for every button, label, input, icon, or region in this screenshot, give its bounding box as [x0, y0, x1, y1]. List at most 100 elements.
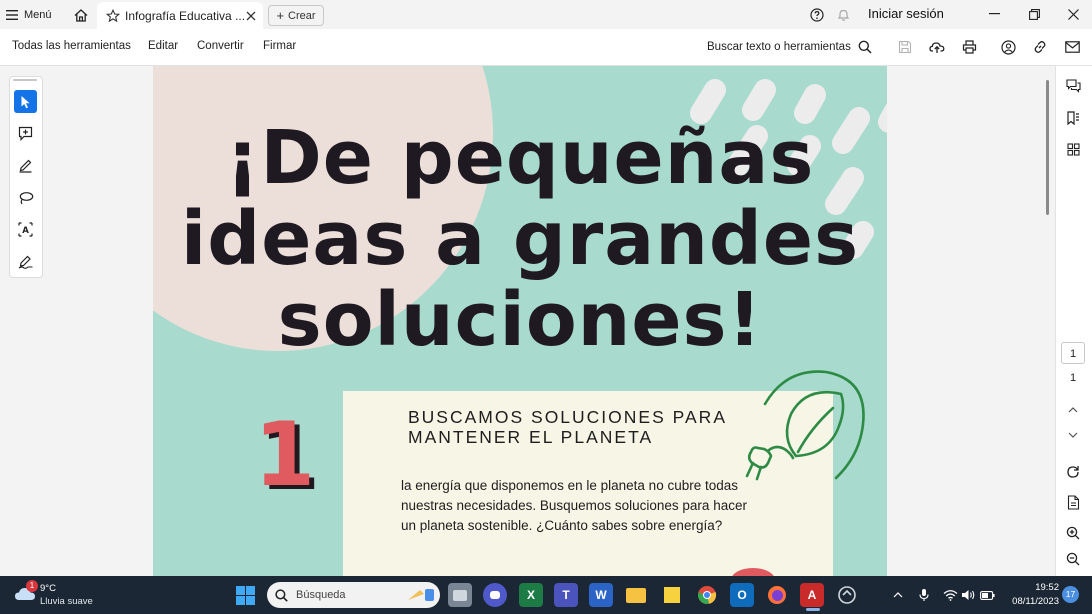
taskbar-word[interactable]: W — [589, 583, 613, 607]
headline-line-3: soluciones! — [277, 277, 763, 363]
home-button[interactable] — [72, 6, 90, 24]
add-comment-tool[interactable] — [14, 122, 37, 145]
taskbar-teams[interactable]: T — [554, 583, 578, 607]
zoom-out-button[interactable] — [1064, 550, 1082, 568]
taskbar-task-view[interactable] — [448, 583, 472, 607]
menu-convert[interactable]: Convertir — [197, 40, 244, 52]
page-number-input[interactable]: 1 — [1061, 342, 1085, 364]
document-icon — [1067, 494, 1079, 510]
taskbar-excel[interactable]: X — [519, 583, 543, 607]
search-highlight-icon — [408, 589, 434, 601]
menu-all-tools[interactable]: Todas las herramientas — [12, 40, 131, 52]
share-button[interactable] — [999, 38, 1017, 56]
taskbar-app[interactable] — [835, 583, 859, 607]
home-icon — [74, 8, 88, 22]
microphone-button[interactable] — [917, 587, 931, 603]
rotate-button[interactable] — [1064, 463, 1082, 481]
taskbar-firefox[interactable] — [765, 583, 789, 607]
weather-description: Lluvia suave — [40, 596, 93, 607]
thumbnails-panel-button[interactable] — [1064, 140, 1082, 158]
notification-badge[interactable]: 17 — [1062, 586, 1079, 603]
svg-text:A: A — [22, 226, 29, 236]
card-heading-line-2: MANTENER EL PLANETA — [408, 427, 654, 447]
volume-button[interactable] — [960, 587, 976, 603]
chat-icon — [490, 591, 500, 599]
network-button[interactable] — [942, 587, 958, 603]
select-tool[interactable] — [14, 90, 37, 113]
weather-widget[interactable]: 1 9°C Lluvia suave — [12, 580, 102, 610]
next-page-button[interactable] — [1064, 426, 1082, 444]
email-button[interactable] — [1063, 38, 1081, 56]
restore-button[interactable] — [1023, 4, 1045, 24]
taskbar-chat[interactable] — [483, 583, 507, 607]
rotate-icon — [1067, 466, 1079, 478]
comment-add-icon — [18, 126, 33, 141]
show-hidden-icons-button[interactable] — [891, 588, 905, 602]
taskbar-search[interactable]: Búsqueda — [267, 582, 440, 608]
minimize-icon — [988, 13, 1000, 15]
taskbar-outlook[interactable]: O — [730, 583, 754, 607]
start-button[interactable] — [233, 583, 257, 607]
scrollbar-thumb[interactable] — [1046, 80, 1049, 215]
help-icon — [810, 8, 824, 22]
bookmarks-panel-button[interactable] — [1064, 109, 1082, 127]
taskbar-sticky-notes[interactable] — [660, 583, 684, 607]
document-page: ¡De pequeñas ideas a grandes soluciones!… — [153, 66, 887, 576]
zoom-in-button[interactable] — [1064, 524, 1082, 542]
leaf-plug-icon — [745, 370, 865, 481]
sign-in-link[interactable]: Iniciar sesión — [868, 6, 944, 21]
close-tab-icon[interactable] — [246, 11, 256, 21]
bookmark-icon — [1067, 111, 1079, 125]
notifications-button[interactable] — [834, 6, 852, 24]
bell-icon — [837, 9, 849, 21]
restore-icon — [1028, 8, 1040, 20]
copy-link-button[interactable] — [1031, 38, 1049, 56]
tab-title: Infografía Educativa ... — [125, 8, 246, 23]
windows-logo-icon — [235, 585, 255, 605]
clock-date: 08/11/2023 — [1012, 596, 1059, 607]
excel-icon: X — [526, 588, 535, 602]
menu-button[interactable]: Menú — [6, 5, 52, 25]
page-options-button[interactable] — [1064, 493, 1082, 511]
text-select-tool[interactable]: A — [14, 218, 37, 241]
save-button[interactable] — [896, 38, 914, 56]
highlight-tool[interactable] — [14, 154, 37, 177]
star-icon — [106, 8, 120, 22]
sign-tool[interactable] — [14, 250, 37, 273]
microphone-icon — [919, 589, 929, 601]
help-button[interactable] — [808, 6, 826, 24]
link-icon — [1034, 41, 1046, 53]
close-window-button[interactable] — [1062, 4, 1084, 24]
taskbar-file-explorer[interactable] — [624, 583, 648, 607]
document-scrollbar[interactable] — [1045, 66, 1053, 576]
save-icon — [898, 40, 912, 54]
taskbar-acrobat[interactable]: A — [800, 583, 824, 607]
card-body-line-3: un planeta sostenible. ¿Cuánto sabes sob… — [401, 518, 723, 533]
task-view-icon — [453, 589, 467, 601]
rail-grip — [13, 79, 37, 81]
create-button[interactable]: + Crear — [268, 5, 324, 26]
signature-pen-icon — [18, 255, 32, 269]
draw-tool[interactable] — [14, 186, 37, 209]
pen-icon — [19, 159, 32, 173]
taskbar-chrome[interactable] — [695, 583, 719, 607]
search-icon — [858, 40, 872, 54]
clock[interactable]: 19:52 08/11/2023 — [1003, 582, 1059, 607]
battery-icon — [979, 590, 995, 600]
plus-icon: + — [276, 7, 285, 23]
weather-temp: 9°C — [40, 583, 56, 594]
print-button[interactable] — [960, 38, 978, 56]
comments-panel-button[interactable] — [1064, 77, 1082, 95]
hamburger-icon — [6, 10, 18, 20]
minimize-button[interactable] — [983, 4, 1005, 24]
comments-icon — [1065, 79, 1081, 93]
document-tab[interactable]: Infografía Educativa ... — [97, 2, 263, 29]
chevron-up-icon — [893, 592, 903, 598]
menu-edit[interactable]: Editar — [148, 40, 178, 52]
battery-button[interactable] — [979, 587, 995, 603]
search-tools[interactable]: Buscar texto o herramientas — [707, 38, 872, 56]
menu-sign[interactable]: Firmar — [263, 40, 296, 52]
upload-button[interactable] — [928, 38, 946, 56]
search-icon — [275, 588, 288, 602]
previous-page-button[interactable] — [1064, 401, 1082, 419]
